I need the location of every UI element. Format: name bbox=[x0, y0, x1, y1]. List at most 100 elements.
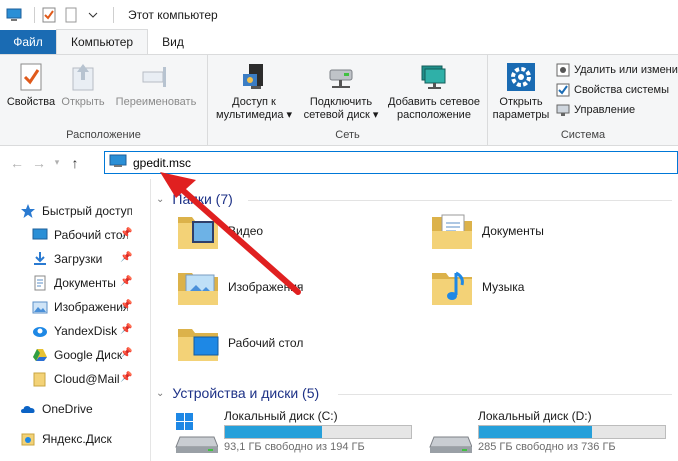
folder-name: Видео bbox=[228, 224, 264, 238]
folder-name: Рабочий стол bbox=[228, 336, 304, 350]
nav-item-label: Cloud@Mail bbox=[54, 372, 120, 386]
map-drive-label-1: Подключить bbox=[309, 96, 373, 108]
folder-item-desktop[interactable]: Рабочий стол bbox=[174, 317, 414, 369]
location-group: Свойства Открыть Переименовать Расположе… bbox=[0, 55, 208, 145]
nav-item-label: OneDrive bbox=[42, 402, 93, 416]
nav-item-label: Рабочий стол bbox=[54, 228, 128, 242]
media-server-icon bbox=[238, 61, 270, 93]
open-button[interactable]: Открыть bbox=[58, 61, 108, 109]
system-properties-label: Свойства системы bbox=[574, 84, 670, 96]
drive-name: Локальный диск (C:) bbox=[224, 409, 338, 423]
tab-view[interactable]: Вид bbox=[148, 30, 198, 54]
nav-item-label: YandexDisk bbox=[54, 324, 118, 338]
open-settings-button[interactable]: Открыть параметры bbox=[490, 61, 552, 122]
nav-item-label: Яндекс.Диск bbox=[42, 432, 112, 446]
open-settings-label-2: параметры bbox=[492, 109, 550, 121]
arrow-up-icon: ↑ bbox=[71, 154, 79, 171]
nav-item-yandex-disk[interactable]: Яндекс.Диск bbox=[20, 427, 170, 451]
nav-item-label: Изображения bbox=[54, 300, 128, 314]
pin-icon: 📌 bbox=[120, 276, 133, 287]
window-title: Этот компьютер bbox=[128, 8, 218, 22]
manage-label: Управление bbox=[574, 104, 636, 116]
new-folder-quick-icon[interactable] bbox=[63, 7, 79, 23]
add-network-location-button[interactable]: Добавить сетевое расположение bbox=[384, 61, 484, 122]
folder-item-music[interactable]: Музыка bbox=[428, 261, 668, 313]
folder-name: Документы bbox=[482, 224, 544, 238]
network-drive-icon bbox=[325, 61, 357, 93]
gear-icon bbox=[505, 61, 537, 93]
desktop-folder-icon bbox=[174, 319, 222, 367]
nav-item-label: Быстрый доступ bbox=[42, 204, 132, 218]
add-network-label-2: расположение bbox=[397, 109, 471, 121]
map-drive-button[interactable]: Подключить сетевой диск ▾ bbox=[298, 61, 384, 122]
uninstall-button[interactable]: Удалить или измени bbox=[556, 61, 678, 79]
uninstall-label: Удалить или измени bbox=[574, 64, 678, 76]
documents-folder-icon bbox=[428, 207, 476, 255]
recent-locations-button[interactable]: ▾ bbox=[50, 152, 64, 174]
drive-info: Локальный диск (D:) 285 ГБ свободно из 7… bbox=[478, 409, 666, 453]
arrow-left-icon: ← bbox=[10, 154, 24, 171]
folder-item-pictures[interactable]: Изображения bbox=[174, 261, 414, 313]
folder-item-video[interactable]: Видео bbox=[174, 205, 414, 257]
section-divider bbox=[248, 200, 672, 201]
open-label: Открыть bbox=[61, 96, 105, 108]
properties-button[interactable]: Свойства bbox=[6, 61, 56, 109]
media-access-label-1: Доступ к bbox=[232, 96, 276, 108]
drive-free-space: 285 ГБ свободно из 736 ГБ bbox=[478, 441, 616, 453]
pin-icon: 📌 bbox=[120, 324, 133, 335]
tab-computer[interactable]: Компьютер bbox=[56, 29, 149, 54]
pane-divider[interactable] bbox=[150, 179, 151, 461]
chevron-down-icon: ▾ bbox=[54, 157, 60, 167]
tab-file[interactable]: Файл bbox=[0, 30, 56, 54]
rename-label: Переименовать bbox=[115, 96, 197, 108]
separator bbox=[113, 7, 114, 23]
rename-button[interactable]: Переименовать bbox=[110, 61, 202, 109]
windows-drive-icon bbox=[174, 411, 219, 455]
drive-usage-fill bbox=[479, 426, 593, 438]
forward-button[interactable]: → bbox=[28, 152, 50, 174]
folder-name: Музыка bbox=[482, 280, 525, 294]
nav-item-label: Google Диск bbox=[54, 348, 123, 362]
map-drive-label-2: сетевой диск ▾ bbox=[303, 109, 379, 121]
google-drive-icon bbox=[32, 347, 48, 363]
ribbon-tabs: Файл Компьютер Вид bbox=[0, 29, 678, 54]
music-folder-icon bbox=[428, 263, 476, 311]
pin-icon: 📌 bbox=[120, 348, 133, 359]
drive-item-d[interactable]: Локальный диск (D:) 285 ГБ свободно из 7… bbox=[428, 409, 678, 461]
chevron-down-icon[interactable] bbox=[85, 7, 101, 23]
drives-section-header[interactable]: ⌄ Устройства и диски (5) bbox=[156, 385, 319, 401]
open-icon bbox=[67, 61, 99, 93]
pin-icon: 📌 bbox=[120, 228, 133, 239]
network-location-icon bbox=[418, 61, 450, 93]
folder-icon bbox=[32, 371, 48, 387]
nav-item-onedrive[interactable]: OneDrive bbox=[20, 397, 170, 421]
desktop-icon bbox=[32, 227, 48, 243]
uninstall-icon bbox=[556, 63, 570, 77]
drive-item-c[interactable]: Локальный диск (C:) 93,1 ГБ свободно из … bbox=[174, 409, 424, 461]
network-group-label: Сеть bbox=[335, 129, 360, 141]
navigation-pane: Быстрый доступ Рабочий стол Загрузки Док… bbox=[0, 179, 150, 461]
separator bbox=[34, 7, 35, 23]
address-bar[interactable] bbox=[104, 151, 678, 174]
drive-usage-bar bbox=[224, 425, 412, 439]
computer-icon[interactable] bbox=[6, 7, 22, 23]
drives-section-title: Устройства и диски (5) bbox=[172, 385, 320, 401]
drive-usage-bar bbox=[478, 425, 666, 439]
nav-item-quick-access[interactable]: Быстрый доступ bbox=[20, 199, 170, 223]
properties-quick-icon[interactable] bbox=[41, 7, 57, 23]
drive-info: Локальный диск (C:) 93,1 ГБ свободно из … bbox=[224, 409, 412, 453]
manage-button[interactable]: Управление bbox=[556, 101, 635, 119]
document-icon bbox=[32, 275, 48, 291]
system-properties-button[interactable]: Свойства системы bbox=[556, 81, 669, 99]
arrow-right-icon: → bbox=[32, 154, 46, 171]
properties-icon bbox=[15, 61, 47, 93]
title-bar: Этот компьютер bbox=[0, 0, 678, 30]
media-access-button[interactable]: Доступ к мультимедиа ▾ bbox=[212, 61, 296, 122]
folder-item-documents[interactable]: Документы bbox=[428, 205, 668, 257]
chevron-down-icon: ⌄ bbox=[156, 387, 165, 399]
section-divider bbox=[338, 394, 672, 395]
address-input[interactable] bbox=[133, 155, 533, 170]
back-button[interactable]: ← bbox=[6, 152, 28, 174]
pictures-icon bbox=[32, 299, 48, 315]
up-button[interactable]: ↑ bbox=[64, 152, 86, 174]
